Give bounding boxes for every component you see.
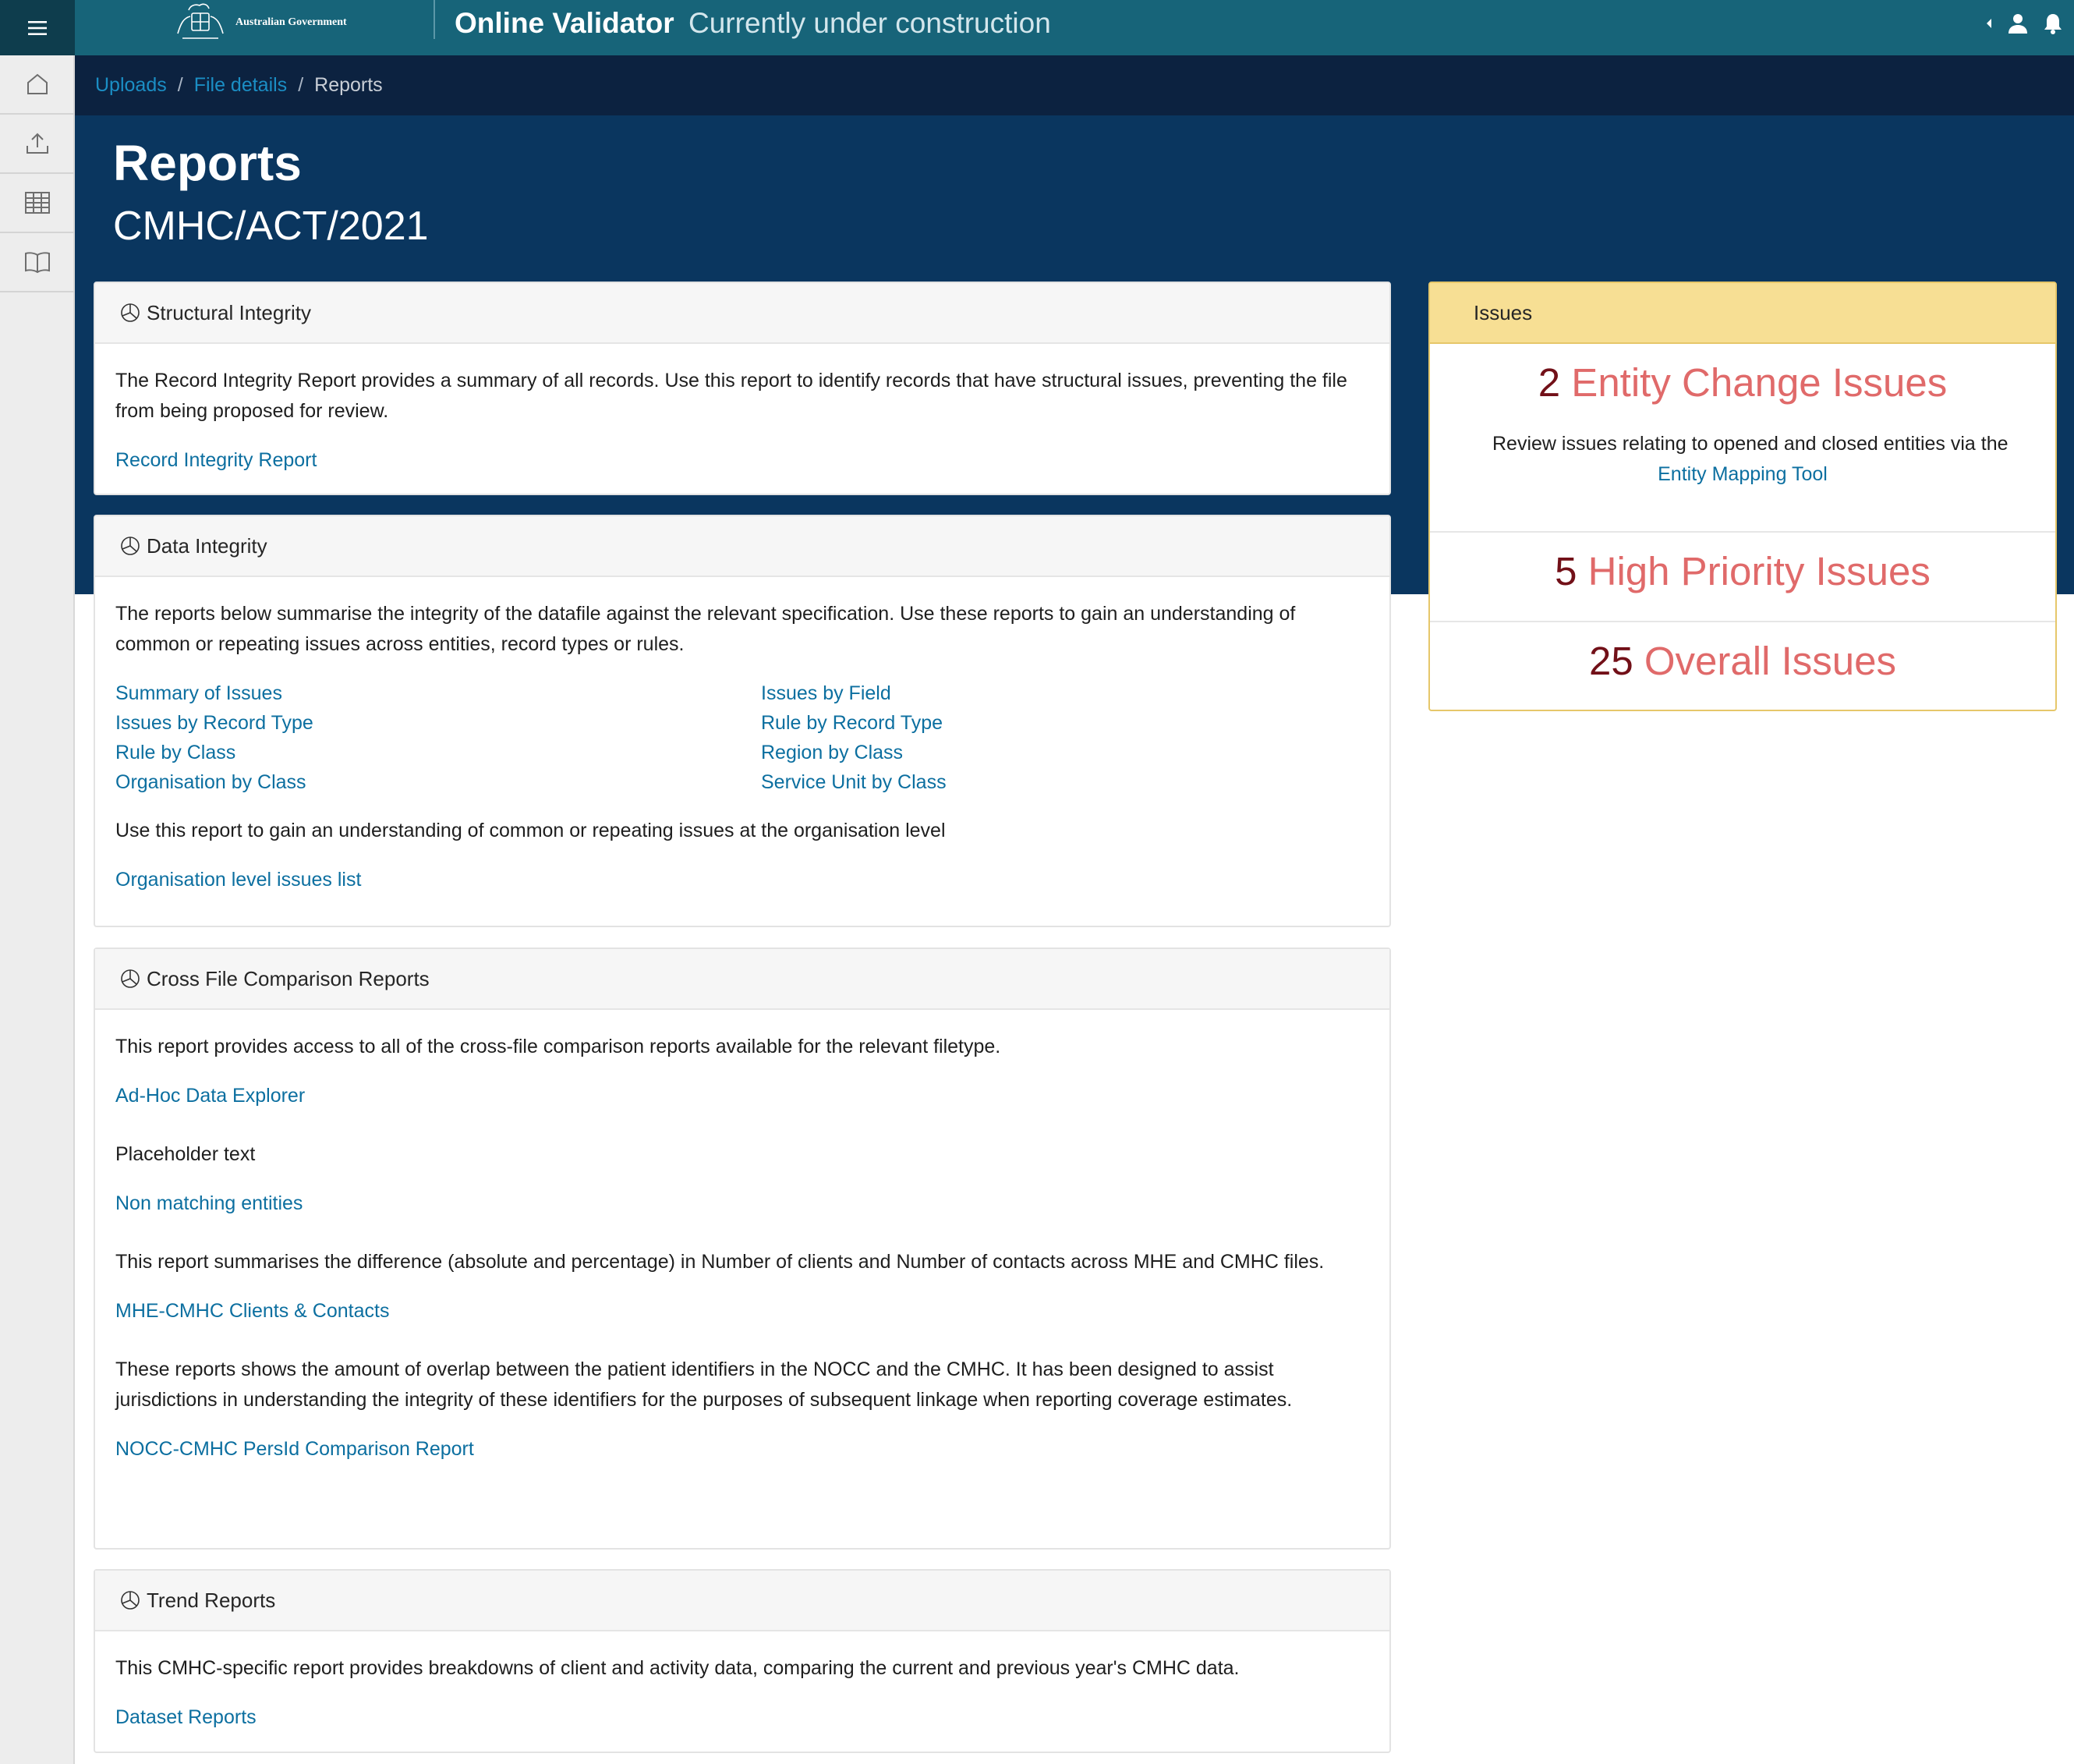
summary-of-issues-link[interactable]: Summary of Issues — [115, 678, 761, 708]
data-integrity-description: The reports below summarise the integrit… — [115, 603, 1296, 655]
nocc-cmhc-description: These reports shows the amount of overla… — [115, 1358, 1293, 1411]
book-icon — [25, 252, 50, 274]
left-rail — [0, 0, 75, 1764]
structural-description: The Record Integrity Report provides a s… — [115, 370, 1347, 422]
rail-item-table[interactable] — [0, 174, 75, 233]
home-icon — [27, 73, 48, 94]
rule-by-class-link[interactable]: Rule by Class — [115, 738, 761, 767]
header-divider — [434, 0, 435, 39]
trend-description: This CMHC-specific report provides break… — [115, 1657, 1240, 1679]
cross-file-description: This report provides access to all of th… — [115, 1036, 1001, 1057]
organisation-by-class-link[interactable]: Organisation by Class — [115, 767, 761, 797]
caret-left-icon[interactable] — [1985, 17, 1993, 30]
dataset-reports-link[interactable]: Dataset Reports — [115, 1702, 1369, 1733]
card-title: Structural Integrity — [147, 300, 311, 324]
high-priority-issues[interactable]: 5 High Priority Issues — [1430, 533, 2055, 622]
entity-change-description: Review issues relating to opened and clo… — [1492, 433, 2009, 455]
high-priority-label: High Priority Issues — [1587, 549, 1931, 593]
rail-item-upload[interactable] — [0, 115, 75, 174]
mhe-cmhc-clients-contacts-link[interactable]: MHE-CMHC Clients & Contacts — [115, 1296, 1369, 1327]
service-unit-by-class-link[interactable]: Service Unit by Class — [761, 767, 1151, 797]
rule-by-record-type-link[interactable]: Rule by Record Type — [761, 708, 1151, 738]
trend-reports-card: Trend Reports This CMHC-specific report … — [94, 1569, 1391, 1753]
bell-icon[interactable] — [2043, 12, 2063, 34]
pie-chart-icon — [121, 303, 140, 322]
region-by-class-link[interactable]: Region by Class — [761, 738, 1151, 767]
card-body: The reports below summarise the integrit… — [95, 577, 1389, 895]
entity-change-summary: 2 Entity Change Issues — [1430, 360, 2055, 406]
high-priority-count: 5 — [1555, 549, 1577, 593]
entity-change-label: Entity Change Issues — [1571, 360, 1948, 405]
data-integrity-card: Data Integrity The reports below summari… — [94, 515, 1391, 927]
card-header: Data Integrity — [95, 516, 1389, 577]
entity-change-issues[interactable]: 2 Entity Change Issues Review issues rel… — [1430, 344, 2055, 533]
nocc-cmhc-persid-report-link[interactable]: NOCC-CMHC PersId Comparison Report — [115, 1434, 1369, 1465]
entity-mapping-tool-link[interactable]: Entity Mapping Tool — [1430, 459, 2055, 490]
cross-file-comparison-card: Cross File Comparison Reports This repor… — [94, 948, 1391, 1550]
breadcrumb-uploads[interactable]: Uploads — [95, 74, 167, 97]
breadcrumb-separator: / — [298, 74, 304, 96]
ad-hoc-data-explorer-link[interactable]: Ad-Hoc Data Explorer — [115, 1081, 1369, 1111]
rail-item-home[interactable] — [0, 55, 75, 115]
menu-button[interactable] — [0, 0, 75, 55]
breadcrumb: Uploads / File details / Reports — [75, 55, 2074, 115]
page-subtitle: CMHC/ACT/2021 — [113, 204, 429, 249]
non-matching-entities-link[interactable]: Non matching entities — [115, 1188, 1369, 1219]
breadcrumb-current: Reports — [314, 74, 383, 96]
entity-change-count: 2 — [1538, 360, 1561, 405]
placeholder-text: Placeholder text — [115, 1143, 256, 1165]
coat-of-arms-icon — [177, 3, 224, 39]
issues-by-field-link[interactable]: Issues by Field — [761, 678, 1151, 708]
rail-item-docs[interactable] — [0, 233, 75, 292]
structural-integrity-card: Structural Integrity The Record Integrit… — [94, 282, 1391, 495]
overall-count: 25 — [1588, 639, 1633, 683]
top-bar: Australian Government Online Validator C… — [75, 0, 2074, 55]
card-title: Trend Reports — [147, 1588, 276, 1612]
card-title: Cross File Comparison Reports — [147, 966, 430, 990]
pie-chart-icon — [121, 537, 140, 555]
overall-label: Overall Issues — [1644, 639, 1896, 683]
header-actions — [1985, 12, 2063, 34]
high-priority-summary: 5 High Priority Issues — [1430, 548, 2055, 594]
record-integrity-report-link[interactable]: Record Integrity Report — [115, 445, 1369, 476]
user-icon[interactable] — [2007, 12, 2029, 34]
government-logo: Australian Government — [172, 2, 347, 44]
overall-summary: 25 Overall Issues — [1430, 638, 2055, 684]
card-header: Cross File Comparison Reports — [95, 949, 1389, 1010]
menu-icon — [28, 20, 47, 35]
card-body: The Record Integrity Report provides a s… — [95, 344, 1389, 476]
government-name: Australian Government — [235, 16, 347, 28]
upload-icon — [27, 133, 48, 154]
report-links-grid: Summary of Issues Issues by Field Issues… — [115, 678, 1369, 797]
organisation-issues-list-link[interactable]: Organisation level issues list — [115, 865, 1369, 895]
issues-panel: Issues 2 Entity Change Issues Review iss… — [1428, 282, 2057, 711]
issues-header: Issues — [1430, 283, 2055, 344]
card-body: This report provides access to all of th… — [95, 1010, 1389, 1465]
table-icon — [25, 192, 50, 214]
card-header: Trend Reports — [95, 1571, 1389, 1631]
breadcrumb-separator: / — [177, 74, 183, 96]
page-title: Reports — [113, 135, 302, 191]
breadcrumb-file-details[interactable]: File details — [194, 74, 288, 97]
overall-issues[interactable]: 25 Overall Issues — [1430, 622, 2055, 710]
mhe-cmhc-description: This report summarises the difference (a… — [115, 1251, 1325, 1273]
card-header: Structural Integrity — [95, 283, 1389, 344]
card-body: This CMHC-specific report provides break… — [95, 1631, 1389, 1733]
pie-chart-icon — [121, 969, 140, 988]
organisation-description: Use this report to gain an understanding… — [115, 820, 946, 841]
issues-by-record-type-link[interactable]: Issues by Record Type — [115, 708, 761, 738]
card-title: Data Integrity — [147, 533, 267, 558]
app-subtitle: Currently under construction — [688, 7, 1051, 39]
pie-chart-icon — [121, 1591, 140, 1610]
app-title: Online Validator — [455, 7, 674, 39]
